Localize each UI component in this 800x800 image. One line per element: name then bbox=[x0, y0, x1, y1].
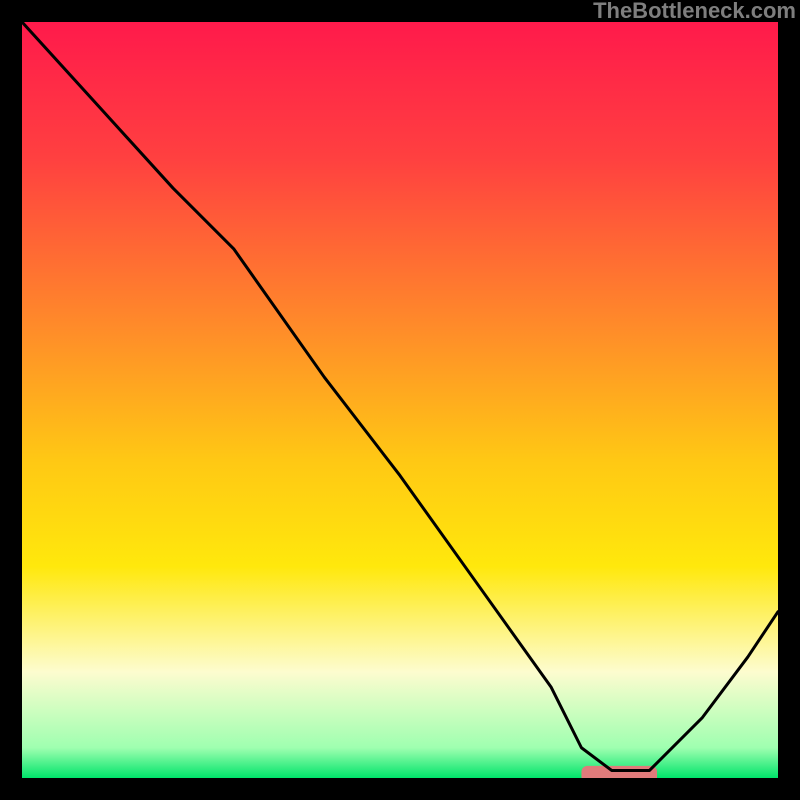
chart-svg bbox=[22, 22, 778, 778]
chart-container: TheBottleneck.com bbox=[0, 0, 800, 800]
optimum-marker bbox=[581, 766, 657, 778]
plot-area bbox=[22, 22, 778, 778]
chart-background bbox=[22, 22, 778, 778]
attribution-watermark: TheBottleneck.com bbox=[593, 0, 796, 24]
